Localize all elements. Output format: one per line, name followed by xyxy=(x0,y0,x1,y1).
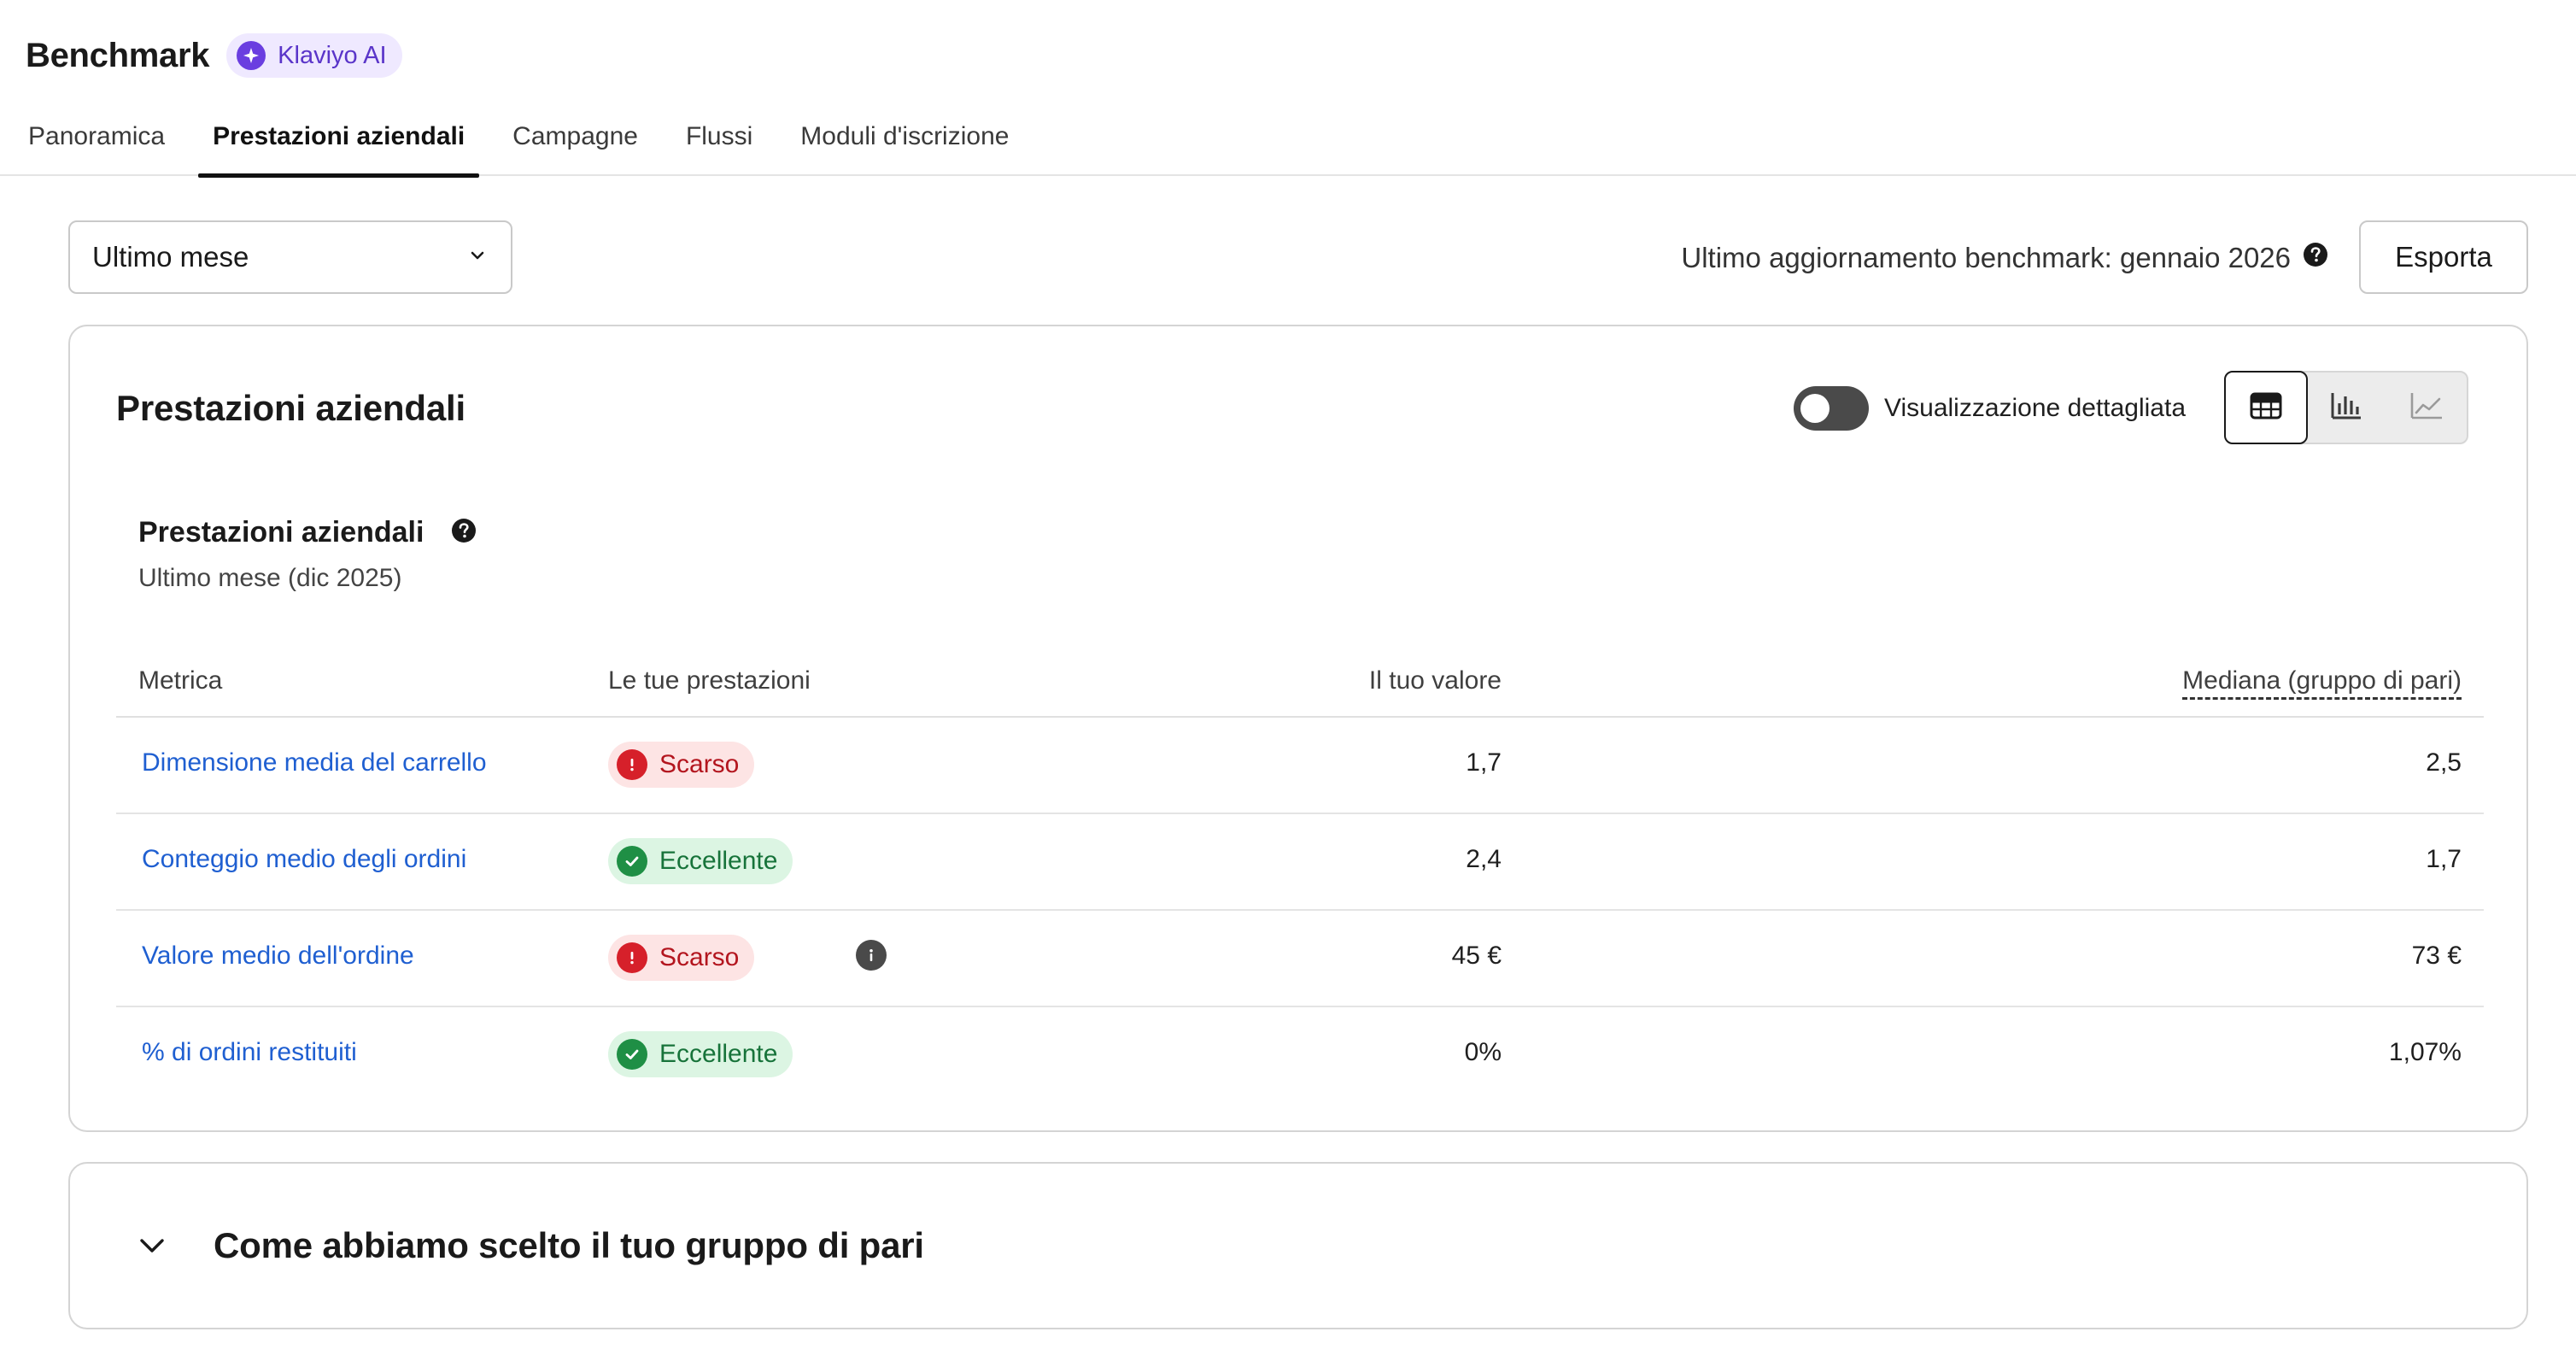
toggle-knob xyxy=(1800,394,1830,423)
status-badge: Eccellente xyxy=(608,838,793,884)
alert-icon xyxy=(617,942,647,973)
table-row: Valore medio dell'ordine Scarso 45 € 73 … xyxy=(116,911,2484,1007)
line-chart-view-button[interactable] xyxy=(2386,373,2467,443)
metric-link[interactable]: % di ordini restituiti xyxy=(142,1038,357,1067)
status-badge: Eccellente xyxy=(608,1031,793,1077)
status-badge: Scarso xyxy=(608,742,755,788)
status-label: Eccellente xyxy=(659,1040,778,1068)
section-title: Prestazioni aziendali xyxy=(138,516,424,549)
table-icon xyxy=(2250,392,2282,424)
chevron-down-icon xyxy=(132,1225,173,1266)
bar-chart-icon xyxy=(2330,391,2362,425)
period-select[interactable]: Ultimo mese xyxy=(68,220,512,294)
ai-badge-label: Klaviyo AI xyxy=(278,41,387,69)
tab-moduli-iscrizione[interactable]: Moduli d'iscrizione xyxy=(786,108,1023,176)
benchmark-update-info: Ultimo aggiornamento benchmark: gennaio … xyxy=(1681,236,2328,280)
table-header: Metrica Le tue prestazioni Il tuo valore… xyxy=(116,648,2484,718)
benchmark-table: Metrica Le tue prestazioni Il tuo valore… xyxy=(116,648,2484,1104)
line-chart-icon xyxy=(2409,391,2444,425)
sparkle-icon xyxy=(237,41,266,70)
check-icon xyxy=(617,1039,647,1070)
period-select-value: Ultimo mese xyxy=(92,241,249,273)
metric-link[interactable]: Valore medio dell'ordine xyxy=(142,942,414,971)
peer-group-accordion[interactable]: Come abbiamo scelto il tuo gruppo di par… xyxy=(68,1162,2528,1329)
info-icon[interactable] xyxy=(856,940,887,971)
table-view-button[interactable] xyxy=(2224,371,2308,444)
median-value: 73 € xyxy=(2411,942,2462,970)
card-title: Prestazioni aziendali xyxy=(116,388,465,428)
chevron-down-icon xyxy=(466,244,489,271)
page-header: Benchmark Klaviyo AI Panoramica Prestazi… xyxy=(0,0,2576,178)
status-label: Scarso xyxy=(659,943,740,971)
accordion-title: Come abbiamo scelto il tuo gruppo di par… xyxy=(214,1225,924,1265)
benchmark-update-text: Ultimo aggiornamento benchmark: gennaio … xyxy=(1681,242,2291,273)
metric-link[interactable]: Dimensione media del carrello xyxy=(142,748,487,777)
your-value: 1,7 xyxy=(1466,748,1502,777)
page-title: Benchmark xyxy=(26,36,210,74)
alert-icon xyxy=(617,749,647,780)
status-label: Scarso xyxy=(659,750,740,778)
tab-flussi[interactable]: Flussi xyxy=(671,108,767,176)
help-icon[interactable] xyxy=(2303,242,2328,274)
klaviyo-ai-badge[interactable]: Klaviyo AI xyxy=(226,33,402,78)
status-badge: Scarso xyxy=(608,935,755,981)
section-header: Prestazioni aziendali xyxy=(138,516,477,549)
detailed-view-toggle-group: Visualizzazione dettagliata xyxy=(1794,384,2186,432)
tab-panoramica[interactable]: Panoramica xyxy=(14,108,179,176)
median-value: 2,5 xyxy=(2426,748,2462,777)
your-value: 45 € xyxy=(1451,942,1502,970)
column-header-median[interactable]: Mediana (gruppo di pari) xyxy=(2182,666,2462,700)
table-row: Dimensione media del carrello Scarso 1,7… xyxy=(116,718,2484,814)
bar-chart-view-button[interactable] xyxy=(2306,373,2386,443)
your-value: 2,4 xyxy=(1466,845,1502,873)
column-header-performance: Le tue prestazioni xyxy=(608,666,811,695)
help-icon[interactable] xyxy=(451,518,477,548)
detailed-view-toggle[interactable] xyxy=(1794,386,1869,431)
table-row: % di ordini restituiti Eccellente 0% 1,0… xyxy=(116,1007,2484,1104)
export-button[interactable]: Esporta xyxy=(2359,220,2528,294)
view-mode-switcher xyxy=(2224,371,2468,444)
check-icon xyxy=(617,846,647,877)
section-subtitle: Ultimo mese (dic 2025) xyxy=(138,564,402,592)
your-value: 0% xyxy=(1464,1038,1502,1066)
business-performance-card: Prestazioni aziendali Visualizzazione de… xyxy=(68,325,2528,1132)
status-label: Eccellente xyxy=(659,847,778,875)
column-header-value: Il tuo valore xyxy=(1368,666,1502,695)
tab-prestazioni-aziendali[interactable]: Prestazioni aziendali xyxy=(198,108,480,178)
table-row: Conteggio medio degli ordini Eccellente … xyxy=(116,814,2484,911)
median-value: 1,07% xyxy=(2388,1038,2462,1066)
metric-link[interactable]: Conteggio medio degli ordini xyxy=(142,845,466,874)
detailed-view-label: Visualizzazione dettagliata xyxy=(1884,394,2187,422)
title-row: Benchmark Klaviyo AI xyxy=(26,31,402,80)
tab-campagne[interactable]: Campagne xyxy=(498,108,653,176)
column-header-metric: Metrica xyxy=(138,666,223,695)
median-value: 1,7 xyxy=(2426,845,2462,873)
tab-bar: Panoramica Prestazioni aziendali Campagn… xyxy=(14,108,1042,178)
